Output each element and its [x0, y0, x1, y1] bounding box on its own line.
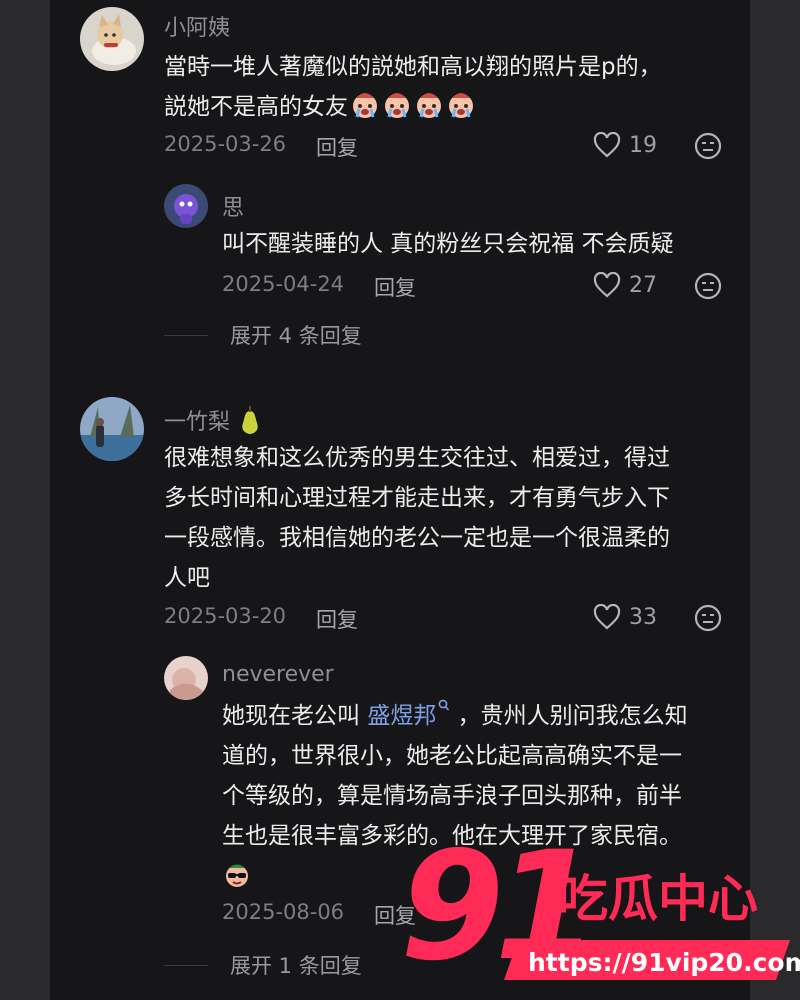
reply-username[interactable]: neverever: [222, 662, 334, 687]
avatar[interactable]: [80, 397, 144, 461]
expand-replies-button[interactable]: 展开 4 条回复: [164, 320, 362, 350]
divider: [164, 964, 208, 966]
comment-username[interactable]: 小阿姨: [164, 10, 230, 42]
watermark: 91 吃瓜中心 https://91vip20.com: [400, 820, 800, 1000]
reply-date: 2025-04-24: [222, 272, 345, 296]
like-count: 27: [629, 272, 657, 298]
watermark-url: https://91vip20.com: [528, 948, 800, 977]
reply-text-line: 道的，世界很小，她老公比起高高确实不是一: [222, 743, 682, 769]
dislike-face-icon[interactable]: [694, 272, 722, 300]
heart-icon: [593, 132, 621, 158]
comment-date: 2025-03-26: [164, 132, 287, 156]
comment-username[interactable]: 一竹梨: [164, 404, 263, 436]
like-button[interactable]: 27: [593, 272, 657, 298]
reply-text-line: 她现在老公叫 盛煜邦 ，贵州人别问我怎么知: [222, 696, 732, 736]
divider: [164, 334, 208, 336]
crying-emoji: [348, 93, 476, 120]
search-icon: [438, 699, 450, 711]
comment-text: 當時一堆人著魔似的説她和高以翔的照片是p的， 説她不是高的女友: [164, 47, 724, 127]
cool-emoji: [226, 864, 248, 887]
comment-text: 很难想象和这么优秀的男生交往过、相爱过，得过 多长时间和心理过程才能走出来，才有…: [164, 438, 734, 598]
expand-label: 展开 1 条回复: [230, 954, 362, 978]
comment-text-line: 很难想象和这么优秀的男生交往过、相爱过，得过: [164, 445, 670, 471]
reply-button[interactable]: 回复: [316, 604, 358, 634]
reply-text-line: 个等级的，算是情场高手浪子回头那种，前半: [222, 783, 682, 809]
comment-text-line: 多长时间和心理过程才能走出来，才有勇气步入下: [164, 485, 670, 511]
pear-emoji: [242, 406, 258, 434]
avatar[interactable]: [164, 184, 208, 228]
comment-text-line: 人吧: [164, 565, 210, 591]
dislike-face-icon[interactable]: [694, 132, 722, 160]
comment-text-line: 説她不是高的女友: [164, 87, 724, 127]
reply-button[interactable]: 回复: [374, 272, 416, 302]
heart-icon: [593, 272, 621, 298]
heart-icon: [593, 604, 621, 630]
reply-text: 叫不醒装睡的人 真的粉丝只会祝福 不会质疑: [222, 231, 674, 257]
expand-label: 展开 4 条回复: [230, 324, 362, 348]
dislike-face-icon[interactable]: [694, 604, 722, 632]
reply-button[interactable]: 回复: [316, 132, 358, 162]
like-button[interactable]: 33: [593, 604, 657, 630]
avatar[interactable]: [164, 656, 208, 700]
mention-link[interactable]: 盛煜邦: [367, 699, 450, 729]
reply-username[interactable]: 思: [222, 190, 244, 222]
comment-text-line: 當時一堆人著魔似的説她和高以翔的照片是p的，: [164, 54, 662, 80]
like-button[interactable]: 19: [593, 132, 657, 158]
avatar[interactable]: [80, 7, 144, 71]
comment-date: 2025-03-20: [164, 604, 287, 628]
like-count: 19: [629, 132, 657, 158]
comment-text-line: 一段感情。我相信她的老公一定也是一个很温柔的: [164, 525, 670, 551]
watermark-brand: 吃瓜中心: [558, 870, 758, 928]
expand-replies-button[interactable]: 展开 1 条回复: [164, 950, 362, 980]
like-count: 33: [629, 604, 657, 630]
reply-date: 2025-08-06: [222, 900, 345, 924]
